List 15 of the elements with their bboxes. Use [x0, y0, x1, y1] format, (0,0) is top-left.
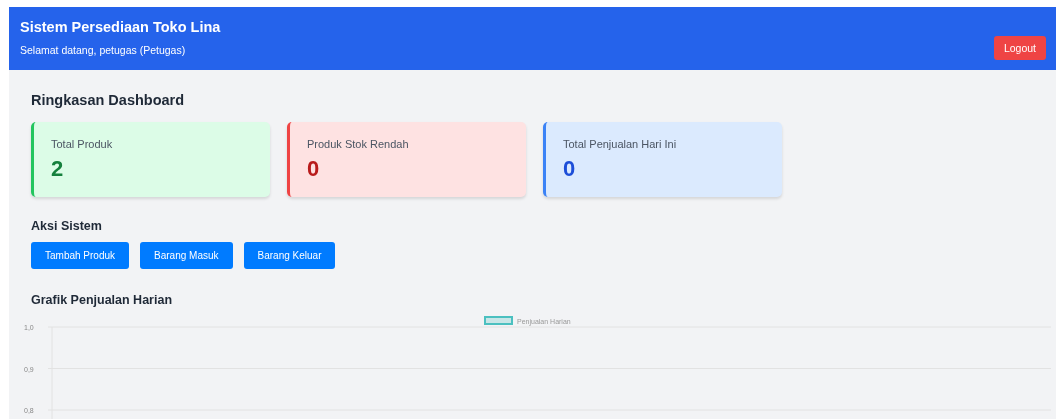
welcome-text: Selamat datang, petugas (Petugas): [20, 44, 187, 56]
card-label: Total Penjualan Hari Ini: [563, 138, 678, 150]
section-title: Aksi Sistem: [31, 219, 103, 233]
card-value: 0: [563, 156, 577, 182]
section-title: Grafik Penjualan Harian: [31, 293, 174, 307]
logout-button[interactable]: Logout: [993, 36, 1046, 60]
action-button[interactable]: Tambah Produk: [31, 242, 130, 269]
card-value: 0: [307, 156, 321, 182]
app-title: Sistem Persediaan Toko Lina: [20, 19, 221, 35]
action-button[interactable]: Barang Masuk: [140, 242, 233, 269]
card-label: Total Produk: [51, 138, 114, 150]
card-value: 2: [51, 156, 65, 182]
action-button[interactable]: Barang Keluar: [243, 242, 336, 269]
card-label: Produk Stok Rendah: [307, 138, 410, 150]
section-title: Ringkasan Dashboard: [31, 92, 186, 108]
